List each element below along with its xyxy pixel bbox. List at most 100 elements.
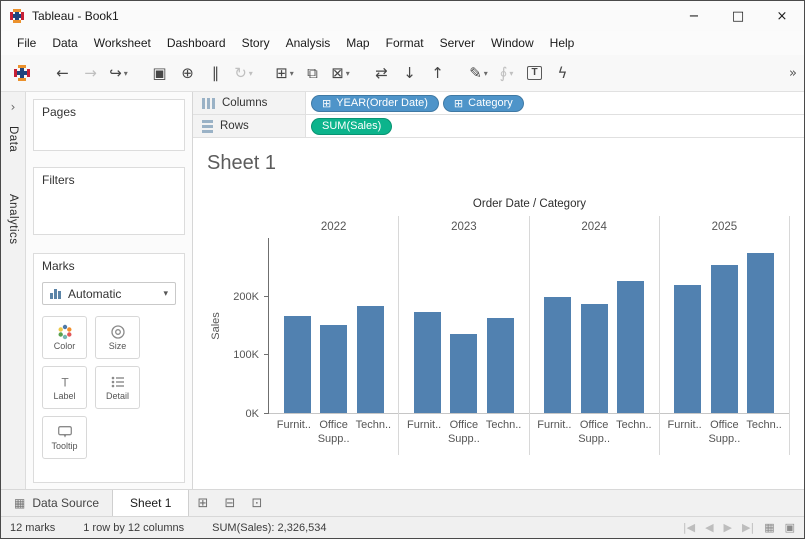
- category-label[interactable]: Furnit..: [274, 418, 314, 447]
- label-button[interactable]: TLabel: [42, 366, 87, 409]
- sort-descending-icon[interactable]: ↑: [425, 60, 450, 86]
- tab-data-source[interactable]: ▦ Data Source: [1, 490, 112, 516]
- undo-icon[interactable]: ←: [50, 60, 75, 86]
- tooltip-button[interactable]: Tooltip: [42, 416, 87, 459]
- highlight-icon[interactable]: ✎▾: [466, 60, 491, 86]
- first-page-icon[interactable]: |◀: [683, 521, 695, 534]
- bar-mark[interactable]: [284, 316, 311, 413]
- sort-ascending-icon[interactable]: ↓: [397, 60, 422, 86]
- toolbar-overflow-icon[interactable]: »: [789, 66, 797, 81]
- menu-worksheet[interactable]: Worksheet: [86, 31, 159, 55]
- pages-shelf[interactable]: Pages: [33, 99, 185, 151]
- close-button[interactable]: ×: [760, 1, 804, 31]
- bar-mark[interactable]: [357, 306, 384, 413]
- bar-mark[interactable]: [450, 334, 477, 413]
- lightning-icon[interactable]: ϟ: [550, 60, 575, 86]
- tab-data[interactable]: Data: [7, 126, 19, 152]
- bar-mark[interactable]: [674, 285, 701, 413]
- last-page-icon[interactable]: ▶|: [742, 521, 754, 534]
- year-header[interactable]: 2023: [399, 216, 528, 238]
- color-button[interactable]: Color: [42, 316, 87, 359]
- bar-mark[interactable]: [544, 297, 571, 413]
- new-dashboard-tab-icon[interactable]: ⊟: [216, 490, 243, 516]
- next-page-icon[interactable]: ▶: [724, 521, 732, 534]
- bar-mark[interactable]: [747, 253, 774, 413]
- y-tick-label: 0K: [246, 407, 259, 421]
- prev-page-icon[interactable]: ◀: [705, 521, 713, 534]
- menu-dashboard[interactable]: Dashboard: [159, 31, 234, 55]
- menu-server[interactable]: Server: [432, 31, 483, 55]
- detail-button-label: Detail: [106, 391, 129, 401]
- category-label[interactable]: OfficeSupp..: [444, 418, 484, 447]
- year-header[interactable]: 2022: [269, 216, 398, 238]
- clear-sheet-icon[interactable]: ⊠▾: [328, 60, 353, 86]
- category-label[interactable]: Techn..: [614, 418, 654, 447]
- category-label[interactable]: Techn..: [484, 418, 524, 447]
- menu-file[interactable]: File: [9, 31, 44, 55]
- bar-mark[interactable]: [581, 304, 608, 413]
- expand-plus-icon[interactable]: ⊞: [322, 97, 331, 110]
- year-header[interactable]: 2025: [660, 216, 789, 238]
- category-label[interactable]: Furnit..: [535, 418, 575, 447]
- maximize-button[interactable]: □: [716, 1, 760, 31]
- category-label[interactable]: Furnit..: [665, 418, 705, 447]
- titlebar[interactable]: Tableau - Book1 − □ ×: [1, 1, 804, 31]
- save-icon[interactable]: ▣: [147, 60, 172, 86]
- pill-year-order-date-[interactable]: ⊞YEAR(Order Date): [311, 95, 439, 112]
- menu-format[interactable]: Format: [378, 31, 432, 55]
- menu-help[interactable]: Help: [542, 31, 583, 55]
- size-button[interactable]: Size: [95, 316, 140, 359]
- menu-data[interactable]: Data: [44, 31, 85, 55]
- rows-pills-area[interactable]: SUM(Sales): [306, 115, 804, 137]
- duplicate-sheet-icon[interactable]: ⧉: [300, 60, 325, 86]
- minimize-button[interactable]: −: [672, 1, 716, 31]
- category-label[interactable]: Techn..: [354, 418, 394, 447]
- detail-button[interactable]: Detail: [95, 366, 140, 409]
- new-story-tab-icon[interactable]: ⊡: [243, 490, 270, 516]
- show-grid-icon[interactable]: ▦: [764, 521, 774, 534]
- presentation-mode-icon[interactable]: ▣: [785, 521, 795, 534]
- pause-updates-icon[interactable]: ∥: [203, 60, 228, 86]
- columns-pills-area[interactable]: ⊞YEAR(Order Date)⊞Category: [306, 92, 804, 114]
- new-worksheet-tab-icon[interactable]: ⊞: [189, 490, 216, 516]
- rows-shelf[interactable]: Rows SUM(Sales): [193, 115, 804, 138]
- run-updates-icon[interactable]: ↻▾: [231, 60, 256, 86]
- category-label[interactable]: OfficeSupp..: [314, 418, 354, 447]
- expand-plus-icon[interactable]: ⊞: [454, 97, 463, 110]
- category-label[interactable]: OfficeSupp..: [574, 418, 614, 447]
- expand-pane-icon[interactable]: ›: [11, 100, 16, 114]
- new-datasource-icon[interactable]: ⊕: [175, 60, 200, 86]
- replay-icon[interactable]: ↪▾: [106, 60, 131, 86]
- tab-sheet-1[interactable]: Sheet 1: [112, 490, 189, 516]
- column-field-header[interactable]: Order Date / Category: [269, 198, 790, 216]
- bar-mark[interactable]: [320, 325, 347, 413]
- bar-mark[interactable]: [617, 281, 644, 413]
- redo-icon[interactable]: →: [78, 60, 103, 86]
- detail-icon: [110, 374, 126, 390]
- menu-story[interactable]: Story: [234, 31, 278, 55]
- pill-sum-sales-[interactable]: SUM(Sales): [311, 118, 392, 135]
- menu-window[interactable]: Window: [483, 31, 542, 55]
- tableau-logo-icon[interactable]: [9, 60, 34, 86]
- mark-labels-icon[interactable]: T: [522, 60, 547, 86]
- rows-label: Rows: [220, 120, 249, 132]
- marks-label: Marks: [42, 259, 176, 273]
- columns-shelf[interactable]: Columns ⊞YEAR(Order Date)⊞Category: [193, 92, 804, 115]
- bar-mark[interactable]: [711, 265, 738, 413]
- menu-map[interactable]: Map: [338, 31, 377, 55]
- category-label[interactable]: Techn..: [744, 418, 784, 447]
- swap-axes-icon[interactable]: ⇄: [369, 60, 394, 86]
- paperclip-icon[interactable]: ∮▾: [494, 60, 519, 86]
- mark-type-dropdown[interactable]: Automatic ▾: [42, 282, 176, 305]
- new-worksheet-icon[interactable]: ⊞▾: [272, 60, 297, 86]
- bar-mark[interactable]: [414, 312, 441, 413]
- bar-mark[interactable]: [487, 318, 514, 413]
- tab-analytics[interactable]: Analytics: [7, 194, 19, 245]
- category-label[interactable]: Furnit..: [404, 418, 444, 447]
- menu-analysis[interactable]: Analysis: [278, 31, 339, 55]
- y-axis[interactable]: Sales 0K100K200K: [207, 238, 269, 414]
- pill-category[interactable]: ⊞Category: [443, 95, 524, 112]
- year-header[interactable]: 2024: [530, 216, 659, 238]
- filters-shelf[interactable]: Filters: [33, 167, 185, 235]
- category-label[interactable]: OfficeSupp..: [705, 418, 745, 447]
